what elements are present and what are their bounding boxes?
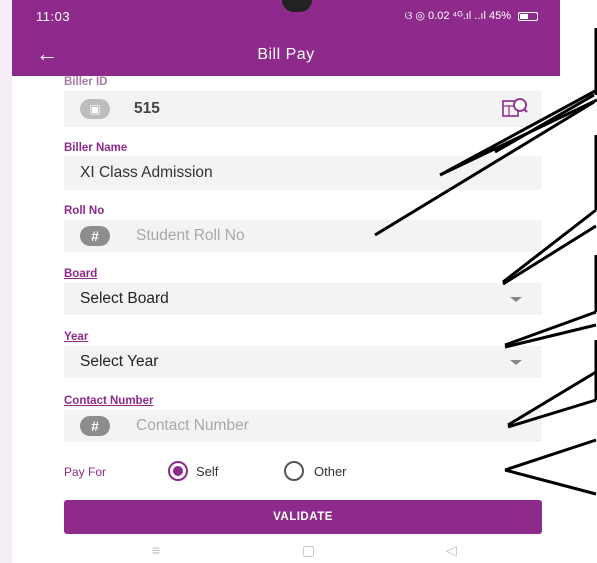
biller-id-value: 515 [134, 100, 160, 117]
board-selected: Select Board [80, 290, 169, 307]
biller-id-label: Biller ID [64, 76, 108, 88]
chevron-down-icon [510, 297, 522, 302]
roll-no-label: Roll No [64, 205, 105, 217]
contact-number-input[interactable]: # Contact Number [64, 410, 542, 442]
radio-other[interactable] [284, 461, 304, 481]
status-time: 11:03 [36, 9, 71, 24]
search-list-icon[interactable] [502, 97, 528, 119]
radio-self[interactable] [168, 461, 188, 481]
status-icons: ଓ ◎ 0.02 ⁴ᴳ.ıl ..ıl 45% [405, 9, 538, 23]
phone-screen: 11:03 ଓ ◎ 0.02 ⁴ᴳ.ıl ..ıl 45% ← Bill Pay… [12, 0, 560, 563]
hash-icon: # [80, 226, 110, 246]
roll-no-input[interactable]: # Student Roll No [64, 220, 542, 252]
board-dropdown[interactable]: Select Board [64, 283, 542, 315]
contact-number-label: Contact Number [64, 395, 154, 407]
status-indicators: ଓ ◎ 0.02 ⁴ᴳ.ıl ..ıl 45% [404, 10, 511, 22]
page-left-margin [0, 0, 12, 563]
back-nav-icon[interactable]: ◁ [446, 542, 457, 559]
radio-other-label: Other [314, 464, 347, 479]
validate-button[interactable]: VALIDATE [64, 500, 542, 534]
recent-apps-icon[interactable]: ≡ [152, 542, 160, 558]
contact-number-placeholder: Contact Number [136, 417, 249, 434]
page-title: Bill Pay [257, 46, 315, 63]
pay-for-label: Pay For [64, 465, 107, 479]
board-label: Board [64, 268, 98, 280]
system-nav-bar: ≡ ▢ ◁ [12, 538, 560, 563]
id-card-icon: ▣ [80, 99, 110, 119]
home-icon[interactable]: ▢ [302, 542, 315, 559]
battery-icon [518, 11, 538, 21]
year-selected: Select Year [80, 353, 159, 370]
chevron-down-icon [510, 360, 522, 365]
year-label: Year [64, 331, 89, 343]
roll-no-placeholder: Student Roll No [136, 227, 245, 244]
biller-name-value: XI Class Admission [80, 164, 213, 181]
hash-icon: # [80, 416, 110, 436]
biller-name-field[interactable]: XI Class Admission [64, 156, 542, 190]
biller-name-label: Biller Name [64, 142, 128, 154]
app-bar: ← Bill Pay [12, 34, 560, 76]
radio-self-label: Self [196, 464, 219, 479]
biller-id-field[interactable]: ▣ 515 [64, 91, 542, 127]
year-dropdown[interactable]: Select Year [64, 346, 542, 378]
